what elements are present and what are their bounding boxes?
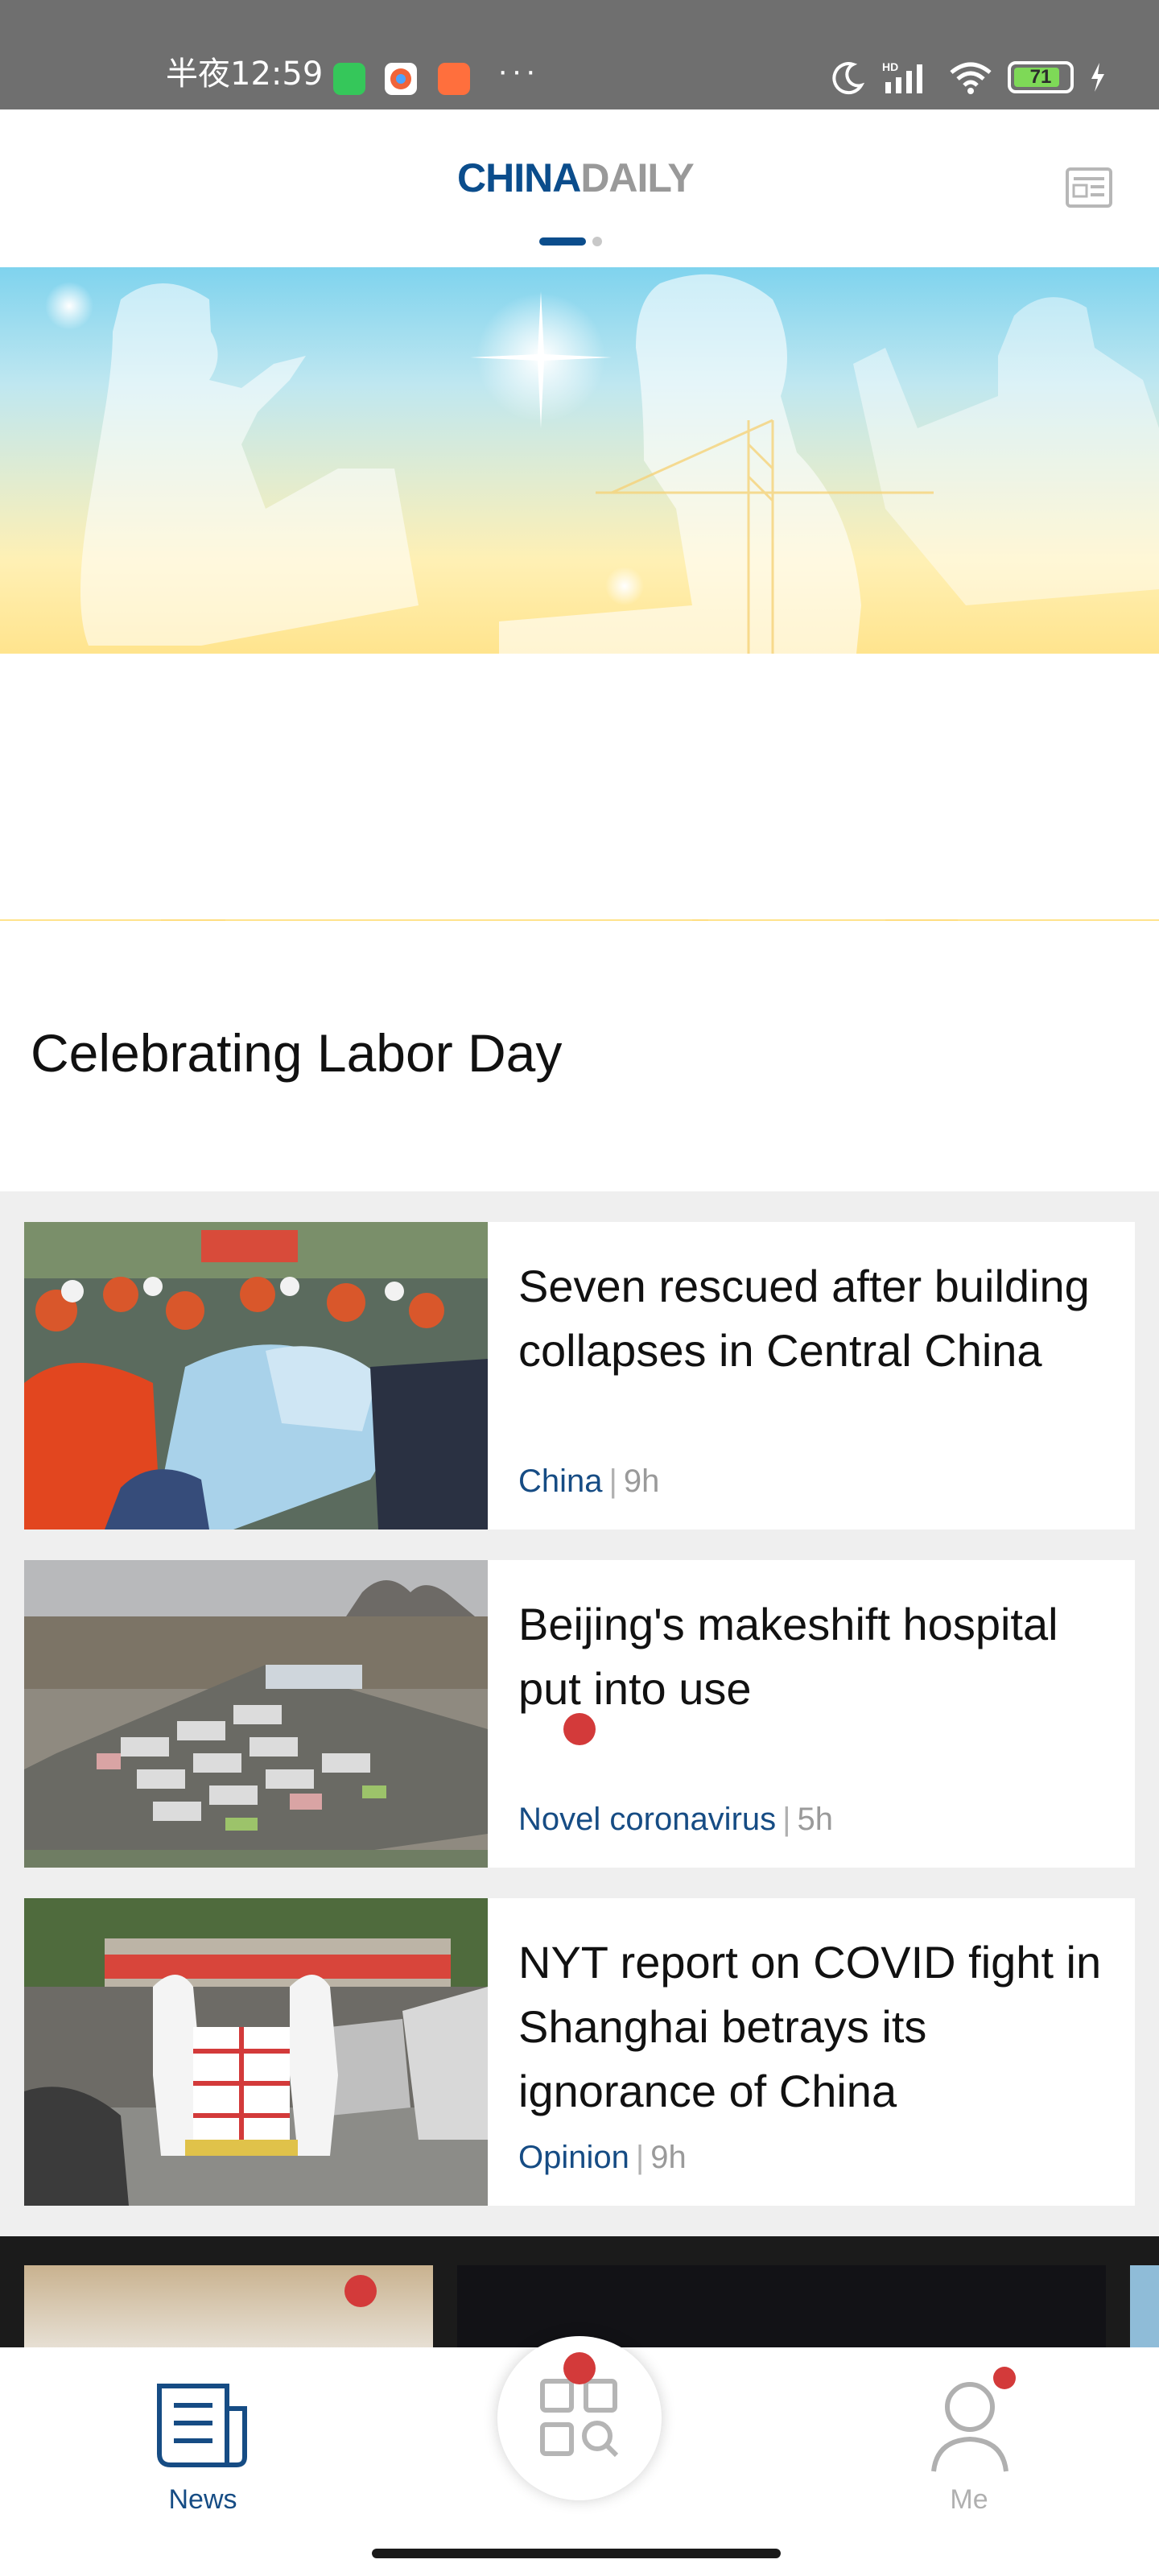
wifi-icon <box>950 62 992 94</box>
article-category[interactable]: China <box>518 1463 603 1499</box>
battery-level: 71 <box>1029 66 1052 88</box>
app-notification-icon-1 <box>333 63 365 95</box>
article-meta: China | 9h <box>518 1463 660 1499</box>
video-strip <box>0 2236 1159 2347</box>
moon-icon <box>832 62 865 95</box>
hero-pager-indicator <box>539 237 602 246</box>
article-title[interactable]: Seven rescued after building collapses i… <box>518 1254 1114 1383</box>
notification-badge <box>344 2275 377 2307</box>
article-time: 9h <box>650 2140 687 2175</box>
video-thumbnail[interactable] <box>24 2265 433 2347</box>
more-notifications-icon: ··· <box>497 53 539 89</box>
status-bar: 半夜12:59 ··· HD 71 <box>0 0 1159 109</box>
signal-icon: HD <box>882 60 922 93</box>
article-meta: Novel coronavirus | 5h <box>518 1802 834 1837</box>
china-daily-logo[interactable]: CHINADAILY <box>457 155 695 201</box>
me-badge <box>993 2367 1016 2389</box>
battery-icon: 71 <box>1008 61 1074 93</box>
charging-icon <box>1091 63 1104 92</box>
article-thumbnail <box>24 1898 488 2206</box>
video-thumbnail[interactable] <box>457 2265 1106 2347</box>
nav-news-label: News <box>168 2484 237 2515</box>
nav-me[interactable]: Me <box>881 2347 1058 2524</box>
article-card[interactable]: NYT report on COVID fight in Shanghai be… <box>24 1898 1135 2206</box>
article-title[interactable]: NYT report on COVID fight in Shanghai be… <box>518 1930 1114 2124</box>
nav-news[interactable]: News <box>114 2347 291 2524</box>
discover-badge <box>563 2352 596 2384</box>
newspaper-icon[interactable] <box>1066 167 1112 208</box>
hero-caption-area <box>0 654 1159 919</box>
nav-me-label: Me <box>950 2484 988 2515</box>
app-notification-icon-2 <box>385 63 417 95</box>
article-thumbnail <box>24 1560 488 1868</box>
app-header: CHINADAILY <box>0 109 1159 267</box>
hd-label: HD <box>882 60 898 73</box>
article-meta: Opinion | 9h <box>518 2140 687 2175</box>
article-thumbnail <box>24 1222 488 1530</box>
article-category[interactable]: Opinion <box>518 2140 629 2175</box>
home-indicator[interactable] <box>372 2549 781 2558</box>
article-time: 9h <box>623 1463 660 1499</box>
article-category[interactable]: Novel coronavirus <box>518 1802 776 1837</box>
pager-dot <box>592 237 602 246</box>
hero-title[interactable]: Celebrating Labor Day <box>31 1022 562 1084</box>
touch-indicator <box>563 1713 596 1745</box>
pager-dot-active <box>539 237 586 246</box>
app-notification-icon-3 <box>438 63 470 95</box>
status-icons: HD 71 <box>831 58 1107 97</box>
discover-icon <box>540 2379 619 2458</box>
bottom-navigation: News Me <box>0 2336 1159 2576</box>
profile-icon <box>931 2382 1008 2472</box>
news-icon <box>157 2384 247 2467</box>
article-title[interactable]: Beijing's makeshift hospital put into us… <box>518 1592 1114 1721</box>
video-thumbnail[interactable] <box>1130 2265 1159 2347</box>
article-card[interactable]: Seven rescued after building collapses i… <box>24 1222 1135 1530</box>
status-time: 半夜12:59 <box>166 56 324 93</box>
article-time: 5h <box>797 1802 834 1837</box>
